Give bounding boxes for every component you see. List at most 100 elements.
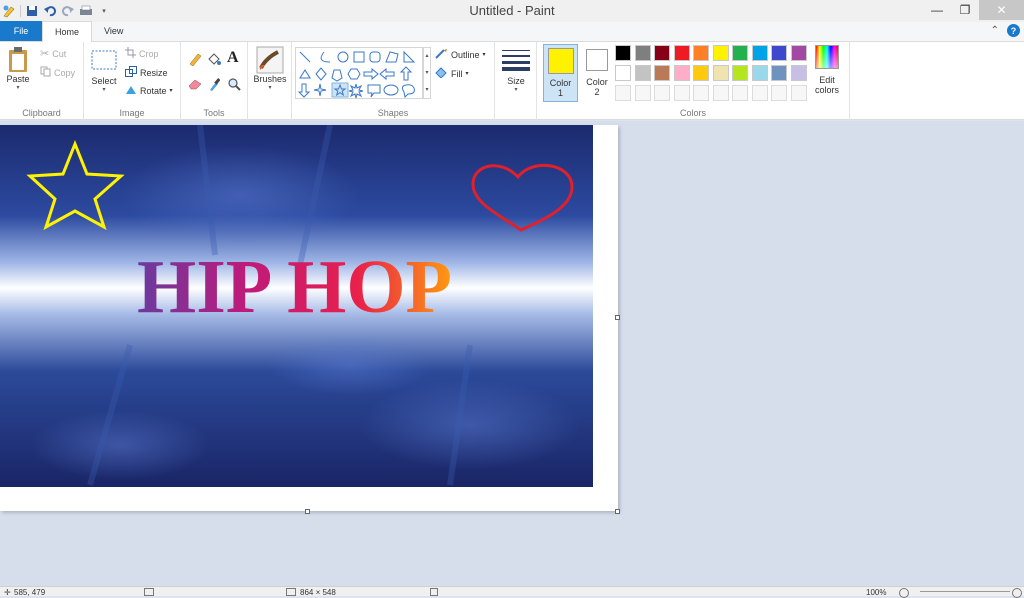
brush-icon (256, 46, 284, 74)
color-spectrum-icon (815, 45, 839, 69)
palette-swatch[interactable] (693, 45, 709, 61)
custom-color-slot[interactable] (732, 85, 748, 101)
paste-button[interactable]: Paste ▾ (4, 46, 32, 91)
custom-color-slot[interactable] (751, 85, 768, 101)
resize-handle-right[interactable] (615, 315, 620, 320)
crop-button[interactable]: Crop (125, 47, 159, 60)
oval-callout-shape-icon (383, 84, 399, 96)
palette-swatch[interactable] (712, 65, 729, 81)
resize-handle-bottom[interactable] (305, 509, 310, 514)
redo-icon[interactable] (61, 4, 75, 18)
size-button[interactable]: Size ▾ (499, 47, 533, 93)
save-icon[interactable] (25, 4, 39, 18)
oval-shape-icon (337, 51, 349, 63)
zoom-out-icon[interactable] (899, 588, 909, 598)
undo-icon[interactable] (43, 4, 57, 18)
custom-color-slot[interactable] (712, 85, 729, 101)
edit-colors-button[interactable]: Edit colors (811, 45, 843, 95)
tab-view[interactable]: View (92, 21, 135, 41)
pencil-icon[interactable] (188, 52, 202, 68)
palette-swatch[interactable] (654, 65, 670, 81)
left-arrow-shape-icon (379, 67, 395, 81)
palette-swatch[interactable] (673, 65, 690, 81)
palette-swatch[interactable] (790, 65, 807, 81)
custom-color-slot[interactable] (634, 85, 651, 101)
clipboard-group-label: Clipboard (22, 108, 61, 118)
select-button[interactable]: Select ▾ (88, 48, 120, 93)
help-icon[interactable]: ? (1007, 24, 1020, 37)
palette-swatch[interactable] (732, 45, 748, 61)
palette-swatch[interactable] (732, 65, 748, 81)
collapse-ribbon-icon[interactable]: ⌃ (991, 25, 999, 36)
palette-swatch[interactable] (771, 45, 787, 61)
status-bar: ✛ 585, 479 864 × 548 100% (0, 586, 1024, 598)
select-rectangle-icon (91, 50, 117, 70)
text-tool-icon[interactable]: A (227, 49, 239, 67)
customize-qat-chevron-icon[interactable]: ▾ (97, 4, 111, 18)
tab-file[interactable]: File (0, 21, 42, 41)
palette-swatch[interactable] (654, 45, 670, 61)
rotate-icon (125, 84, 137, 97)
cut-button[interactable]: ✂ Cut (40, 47, 66, 60)
colors-group: Color 1 Color 2 Edit colors Colors (537, 42, 850, 120)
palette-swatch[interactable] (615, 65, 631, 81)
outline-button[interactable]: Outline ▾ (435, 48, 486, 61)
fill-button[interactable]: Fill ▾ (435, 67, 469, 80)
select-dropdown-icon[interactable]: ▾ (102, 86, 105, 93)
color-picker-icon[interactable] (208, 77, 221, 93)
close-icon[interactable]: ✕ (979, 0, 1024, 20)
brushes-dropdown-icon[interactable]: ▾ (268, 84, 271, 91)
palette-swatch[interactable] (751, 65, 768, 81)
tab-home[interactable]: Home (42, 21, 93, 42)
palette-swatch[interactable] (751, 45, 768, 61)
custom-color-slot[interactable] (693, 85, 709, 101)
tools-group-label: Tools (203, 108, 225, 118)
resize-button[interactable]: Resize (125, 66, 168, 79)
shapes-scrollbar[interactable]: ▴ ▾ ▾ (423, 47, 431, 99)
minimize-icon[interactable]: — (923, 0, 951, 20)
color2-button[interactable]: Color 2 (581, 44, 613, 102)
copy-button[interactable]: Copy (40, 66, 75, 79)
custom-color-slot[interactable] (771, 85, 787, 101)
palette-swatch[interactable] (771, 65, 787, 81)
custom-color-slot[interactable] (615, 85, 631, 101)
image-size-icon (286, 588, 296, 596)
palette-swatch[interactable] (673, 45, 690, 61)
pentagon-shape-icon (331, 69, 343, 82)
paste-dropdown-icon[interactable]: ▾ (16, 84, 19, 91)
print-icon[interactable] (79, 4, 93, 18)
custom-color-slot[interactable] (790, 85, 807, 101)
palette-swatch[interactable] (693, 65, 709, 81)
palette-swatch[interactable] (790, 45, 807, 61)
palette-swatch[interactable] (634, 45, 651, 61)
polygon-shape-icon (385, 51, 399, 63)
zoom-slider[interactable] (920, 591, 1010, 592)
line-shape-icon (299, 51, 311, 63)
size-group: Size ▾ (495, 42, 537, 120)
palette-swatch[interactable] (712, 45, 729, 61)
eraser-icon[interactable] (188, 78, 202, 92)
zoom-in-icon[interactable] (1012, 588, 1022, 598)
image-group: Select ▾ Crop Resize Rotate ▾ Image (84, 42, 181, 120)
rotate-button[interactable]: Rotate ▾ (125, 84, 173, 97)
outline-dropdown-icon[interactable]: ▾ (483, 51, 486, 58)
rotate-dropdown-icon[interactable]: ▾ (170, 87, 173, 94)
canvas-workspace[interactable]: HIP HOP (0, 121, 1024, 586)
pasted-image[interactable]: HIP HOP (0, 125, 593, 487)
paint-app-icon[interactable] (2, 4, 16, 18)
restore-icon[interactable]: ❐ (951, 0, 979, 20)
palette-swatch[interactable] (615, 45, 631, 61)
color1-button[interactable]: Color 1 (543, 44, 578, 102)
crop-icon (125, 47, 136, 60)
rectangle-shape-icon (353, 51, 365, 63)
magnifier-icon[interactable] (227, 77, 241, 93)
fill-bucket-icon[interactable] (207, 52, 221, 68)
palette-swatch[interactable] (634, 65, 651, 81)
fill-dropdown-icon[interactable]: ▾ (466, 70, 469, 77)
custom-color-slot[interactable] (673, 85, 690, 101)
resize-handle-corner[interactable] (615, 509, 620, 514)
custom-color-slot[interactable] (654, 85, 670, 101)
canvas[interactable]: HIP HOP (0, 125, 620, 514)
brushes-button[interactable]: Brushes ▾ (252, 46, 288, 91)
size-dropdown-icon[interactable]: ▾ (514, 86, 517, 93)
